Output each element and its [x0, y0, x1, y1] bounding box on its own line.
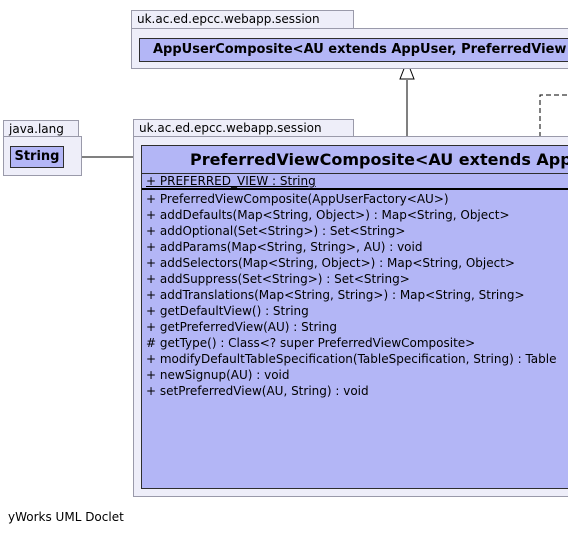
class-title-preferred-view-composite: PreferredViewComposite<AU extends App: [190, 150, 568, 169]
method-item: + getDefaultView() : String: [146, 304, 309, 318]
method-item: # getType() : Class<? super PreferredVie…: [146, 336, 476, 350]
class-string[interactable]: String: [10, 146, 64, 168]
method-item: + addParams(Map<String, String>, AU) : v…: [146, 240, 423, 254]
method-item: + addSelectors(Map<String, Object>) : Ma…: [146, 256, 515, 270]
method-item: + addDefaults(Map<String, Object>) : Map…: [146, 208, 510, 222]
class-app-user-composite[interactable]: AppUserComposite<AU extends AppUser, Pre…: [139, 38, 568, 62]
attributes-methods-separator: [142, 188, 568, 190]
package-tab-java-lang: java.lang: [3, 120, 79, 137]
class-title-string: String: [14, 149, 60, 164]
footer-credit: yWorks UML Doclet: [8, 510, 124, 524]
package-label-top: uk.ac.ed.epcc.webapp.session: [137, 12, 320, 26]
package-tab-top: uk.ac.ed.epcc.webapp.session: [131, 10, 354, 29]
method-list: + PreferredViewComposite(AppUserFactory<…: [146, 191, 556, 399]
method-item: + addTranslations(Map<String, String>) :…: [146, 288, 525, 302]
method-item: + modifyDefaultTableSpecification(TableS…: [146, 352, 557, 366]
package-label-java-lang: java.lang: [9, 122, 64, 136]
method-item: + addOptional(Set<String>) : Set<String>: [146, 224, 406, 238]
attribute-list: + PREFERRED_VIEW : String: [146, 173, 316, 189]
method-item: + getPreferredView(AU) : String: [146, 320, 337, 334]
package-label-middle: uk.ac.ed.epcc.webapp.session: [139, 121, 322, 135]
package-tab-middle: uk.ac.ed.epcc.webapp.session: [133, 119, 354, 137]
method-item: + PreferredViewComposite(AppUserFactory<…: [146, 192, 449, 206]
class-title-app-user-composite: AppUserComposite<AU extends AppUser, Pre…: [153, 42, 567, 57]
method-item: + newSignup(AU) : void: [146, 368, 290, 382]
attribute-preferred-view: + PREFERRED_VIEW : String: [146, 174, 316, 188]
method-item: + setPreferredView(AU, String) : void: [146, 384, 369, 398]
class-preferred-view-composite[interactable]: PreferredViewComposite<AU extends App + …: [141, 145, 568, 489]
method-item: + addSuppress(Set<String>) : Set<String>: [146, 272, 410, 286]
